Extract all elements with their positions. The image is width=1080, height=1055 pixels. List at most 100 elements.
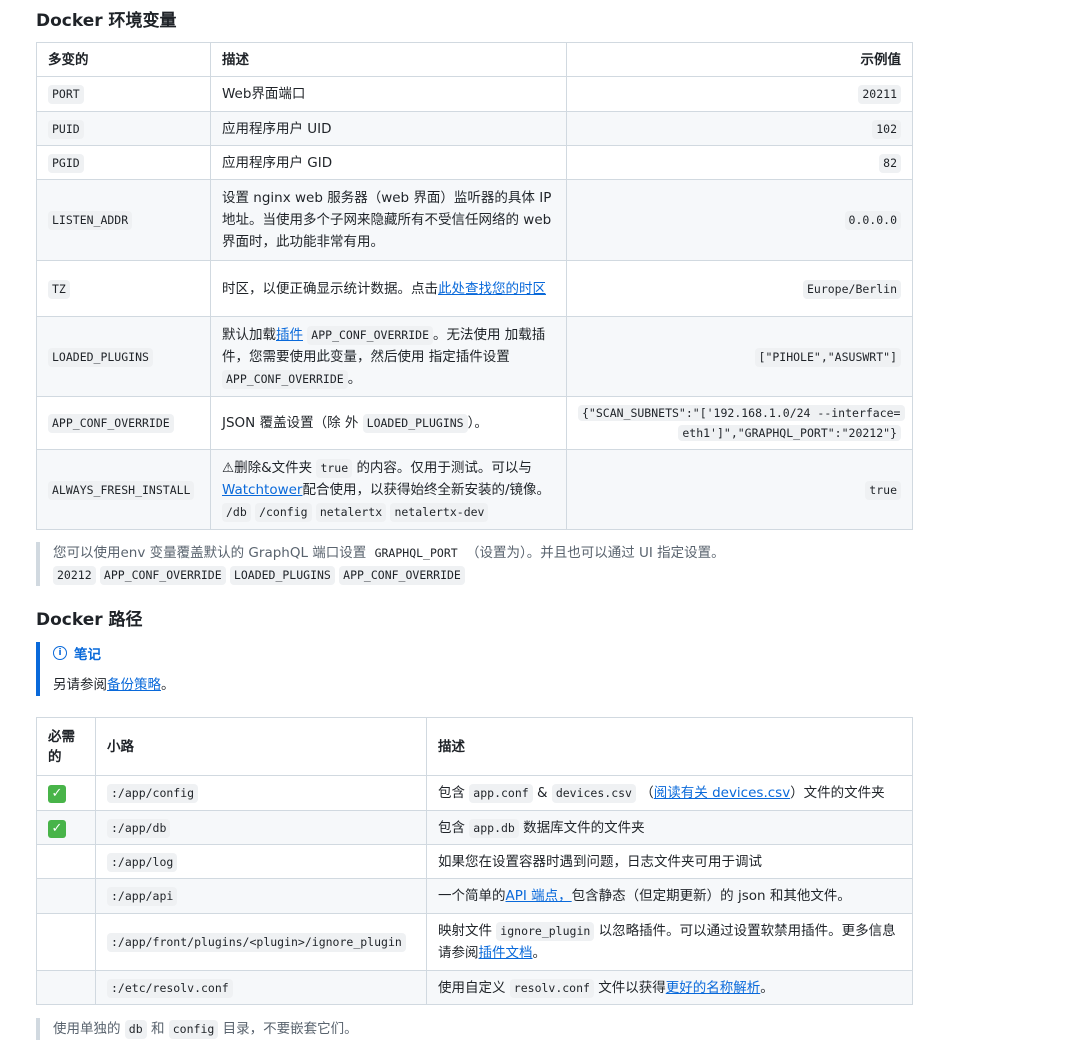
graphql-port-quote: 您可以使用env 变量覆盖默认的 GraphQL 端口设置 GRAPHQL_PO… — [36, 542, 912, 586]
example-value: 20211 — [858, 85, 901, 104]
table-row: :/app/log 如果您在设置容器时遇到问题，日志文件夹可用于调试 — [36, 844, 913, 879]
table-row: ALWAYS_FRESH_INSTALL ⚠删除&文件夹 true 的内容。仅用… — [36, 449, 913, 530]
desc-text: 的内容。仅用于测试。可以与 — [356, 459, 532, 476]
table-row: :/app/api 一个简单的API 端点，包含静态（但定期更新）的 json … — [36, 878, 913, 914]
column-header-path: 小路 — [95, 717, 427, 776]
var-name: TZ — [48, 279, 70, 299]
desc-text: & — [536, 785, 548, 801]
path-value: :/etc/resolv.conf — [107, 978, 233, 998]
watchtower-link[interactable]: Watchtower — [222, 482, 302, 498]
separate-dirs-quote: 使用单独的 db 和 config 目录，不要嵌套它们。 — [36, 1018, 912, 1040]
column-header-description: 描述 — [210, 42, 567, 77]
inline-code: netalertx — [315, 502, 387, 522]
devices-csv-link[interactable]: 阅读有关 devices.csv — [654, 785, 790, 801]
var-description: 设置 nginx web 服务器（web 界面）监听器的具体 IP 地址。当使用… — [210, 179, 567, 261]
quote-text: 和 — [150, 1021, 165, 1037]
note-title: i 笔记 — [53, 642, 912, 664]
var-name: PORT — [48, 85, 84, 104]
inline-code: APP_CONF_OVERRIDE — [339, 566, 465, 585]
paths-heading: Docker 路径 — [36, 610, 143, 630]
inline-code: GRAPHQL_PORT — [374, 546, 458, 560]
env-variables-table: 多变的 描述 示例值 PORT Web界面端口 20211 PUID 应用程序用… — [36, 42, 913, 530]
desc-text: 时区，以便正确显示统计数据。点击 — [222, 280, 438, 297]
inline-code: APP_CONF_OVERRIDE — [99, 566, 226, 585]
path-value: :/app/config — [107, 784, 199, 803]
example-value: 0.0.0.0 — [844, 211, 901, 230]
quote-text: 目录，不要嵌套它们。 — [222, 1021, 358, 1037]
desc-text: 。 — [760, 979, 774, 996]
desc-text: 。 — [347, 370, 362, 387]
example-value: {"SCAN_SUBNETS":"['192.168.1.0/24 --inte… — [578, 405, 905, 441]
inline-code: /config — [255, 502, 312, 522]
var-name: PUID — [48, 119, 84, 139]
path-description: 包含 app.db 数据库文件的文件夹 — [426, 810, 913, 845]
desc-text: （ — [640, 785, 654, 801]
example-value: true — [865, 480, 901, 500]
path-description: 使用自定义 resolv.conf 文件以获得更好的名称解析。 — [426, 970, 913, 1005]
table-row: PGID 应用程序用户 GID 82 — [36, 145, 913, 180]
check-mark-icon: ✓ — [48, 819, 66, 838]
desc-text: 默认加载 — [222, 326, 276, 343]
timezone-link[interactable]: 此处查找您的时区 — [438, 281, 546, 297]
inline-code: app.conf — [469, 784, 533, 803]
plugins-link[interactable]: 插件 — [276, 327, 303, 343]
table-row: :/app/front/plugins/<plugin>/ignore_plug… — [36, 913, 913, 971]
inline-code: db — [124, 1020, 147, 1039]
desc-text: 文件以获得 — [598, 979, 666, 996]
inline-code: LOADED_PLUGINS — [229, 566, 335, 585]
note-text: 。 — [161, 677, 175, 693]
example-value: Europe/Berlin — [802, 279, 901, 299]
check-mark-icon: ✓ — [48, 785, 66, 803]
desc-text: 映射文件 — [438, 923, 492, 939]
inline-code: APP_CONF_OVERRIDE — [222, 369, 348, 389]
desc-text: 数据库文件的文件夹 — [523, 819, 645, 836]
path-value: :/app/db — [107, 818, 171, 838]
desc-text: ）文件的文件夹 — [790, 785, 885, 801]
desc-text: 包含静态（但定期更新）的 json 和其他文件。 — [571, 888, 851, 904]
inline-code: APP_CONF_OVERRIDE — [307, 325, 433, 345]
backup-strategy-link[interactable]: 备份策略 — [107, 677, 161, 693]
path-value: :/app/front/plugins/<plugin>/ignore_plug… — [107, 933, 406, 952]
table-row: PORT Web界面端口 20211 — [36, 76, 913, 112]
var-description: 应用程序用户 UID — [210, 111, 567, 146]
plugin-docs-link[interactable]: 插件文档 — [479, 945, 533, 961]
desc-text: JSON 覆盖设置（除 外 — [222, 415, 359, 431]
info-icon: i — [53, 646, 67, 660]
table-header-row: 必需的 小路 描述 — [36, 717, 913, 776]
inline-code: ignore_plugin — [496, 922, 595, 941]
table-row: APP_CONF_OVERRIDE JSON 覆盖设置（除 外 LOADED_P… — [36, 396, 913, 450]
inline-code: devices.csv — [551, 784, 636, 803]
var-name: PGID — [48, 153, 84, 173]
path-description: 映射文件 ignore_plugin 以忽略插件。可以通过设置软禁用插件。更多信… — [426, 913, 913, 971]
path-value: :/app/api — [107, 887, 178, 906]
quote-line: 20212 APP_CONF_OVERRIDE LOADED_PLUGINS A… — [53, 564, 912, 586]
inline-code: netalertx-dev — [390, 502, 489, 522]
name-resolution-link[interactable]: 更好的名称解析 — [666, 980, 761, 996]
var-description: 默认加载插件 APP_CONF_OVERRIDE 。无法使用 加载插件，您需要使用… — [210, 316, 567, 397]
column-header-description: 描述 — [426, 717, 913, 776]
quote-text: （设置为）。并且也可以通过 UI 指定设置。 — [465, 545, 725, 561]
inline-code: /db — [222, 502, 251, 522]
note-title-text: 笔记 — [74, 647, 101, 663]
table-row: LOADED_PLUGINS 默认加载插件 APP_CONF_OVERRIDE。… — [36, 316, 913, 397]
desc-text: 包含 — [438, 785, 465, 801]
table-row: ✓ :/app/config 包含 app.conf & devices.csv… — [36, 775, 913, 811]
column-header-required: 必需的 — [36, 717, 96, 776]
inline-code: config — [168, 1020, 219, 1039]
docker-paths-table: 必需的 小路 描述 ✓ :/app/config 包含 app.conf & d… — [36, 717, 913, 1005]
example-value: ["PIHOLE","ASUSWRT"] — [754, 347, 901, 367]
note-text: 另请参阅 — [53, 677, 107, 693]
var-description: 应用程序用户 GID — [210, 145, 567, 180]
var-description: Web界面端口 — [210, 76, 567, 112]
table-row: PUID 应用程序用户 UID 102 — [36, 111, 913, 146]
path-description: 包含 app.conf & devices.csv （阅读有关 devices.… — [426, 775, 913, 811]
path-description: 如果您在设置容器时遇到问题，日志文件夹可用于调试 — [426, 844, 913, 879]
var-name: LISTEN_ADDR — [48, 211, 133, 230]
inline-code: resolv.conf — [509, 978, 594, 998]
var-description: JSON 覆盖设置（除 外 LOADED_PLUGINS）。 — [210, 396, 567, 450]
example-value: 102 — [872, 119, 901, 139]
note-callout: i 笔记 另请参阅备份策略。 — [36, 642, 912, 696]
api-endpoint-link[interactable]: API 端点， — [506, 888, 572, 904]
note-body: 另请参阅备份策略。 — [53, 674, 912, 696]
desc-text: 包含 — [438, 819, 465, 836]
